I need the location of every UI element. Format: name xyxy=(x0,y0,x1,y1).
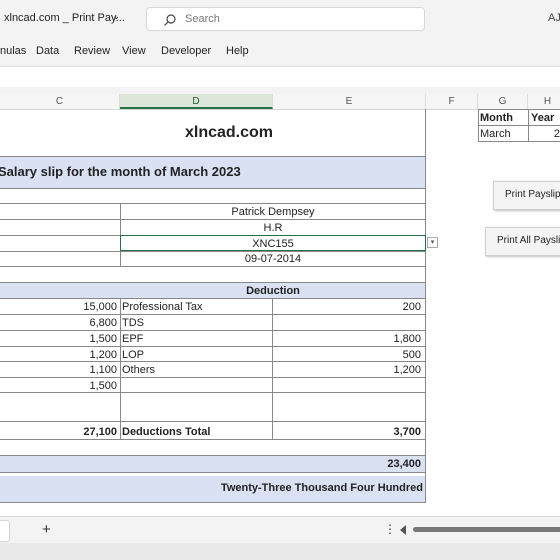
rule xyxy=(0,502,426,503)
employee-date[interactable]: 09-07-2014 xyxy=(120,252,426,266)
rule xyxy=(0,298,426,299)
horizontal-scrollbar[interactable] xyxy=(413,527,560,532)
menu-view[interactable]: View xyxy=(122,45,146,57)
earnings-total[interactable]: 27,100 xyxy=(0,425,117,439)
deduction-label[interactable]: LOP xyxy=(122,348,144,362)
column-header-d[interactable]: D xyxy=(120,94,273,109)
rule xyxy=(0,346,426,347)
column-header-h[interactable]: H xyxy=(528,94,560,109)
earning-value[interactable]: 1,100 xyxy=(0,363,117,377)
deduction-label[interactable]: TDS xyxy=(122,316,144,330)
column-header-f[interactable]: F xyxy=(426,94,478,109)
rule xyxy=(478,125,560,126)
rule xyxy=(0,377,426,378)
sheet-tab[interactable] xyxy=(0,520,10,542)
deduction-label[interactable]: Professional Tax xyxy=(122,300,203,314)
status-strip xyxy=(0,543,560,560)
earning-value[interactable]: 1,500 xyxy=(0,332,117,346)
earning-value[interactable]: 1,200 xyxy=(0,348,117,362)
year-header: Year xyxy=(531,112,555,124)
net-pay[interactable]: 23,400 xyxy=(273,457,421,471)
column-headers: C D E F G H xyxy=(0,94,560,110)
earning-value[interactable]: 6,800 xyxy=(0,316,117,330)
menu-data[interactable]: Data xyxy=(36,45,59,57)
employee-name[interactable]: Patrick Dempsey xyxy=(120,205,426,219)
deduction-header: Deduction xyxy=(246,285,300,297)
rule xyxy=(0,455,426,456)
rule xyxy=(0,266,426,267)
deduction-amount[interactable]: 200 xyxy=(273,300,421,314)
menu-developer[interactable]: Developer xyxy=(161,45,211,57)
deduction-amount[interactable]: 1,200 xyxy=(273,363,421,377)
deductions-total-label: Deductions Total xyxy=(122,426,211,438)
search-placeholder: Search xyxy=(185,13,220,25)
menu-bar: nulas Data Review View Developer Help xyxy=(0,40,560,64)
column-header-c[interactable]: C xyxy=(0,94,120,109)
slip-title: Salary slip for the month of March 2023 xyxy=(0,164,241,179)
more-options-icon[interactable]: ⋮ xyxy=(384,522,396,536)
rule xyxy=(0,203,426,204)
year-value[interactable]: 2 xyxy=(528,127,560,141)
rule xyxy=(0,314,426,315)
sheet-tab-bar: + ⋮ xyxy=(0,516,560,543)
document-title[interactable]: xlncad.com _ Print Pay... xyxy=(4,12,125,24)
earning-value[interactable]: 15,000 xyxy=(0,300,117,314)
menu-formulas[interactable]: nulas xyxy=(0,45,26,57)
worksheet-grid[interactable]: C D E F G H ▾ xlncad.com Salary slip for… xyxy=(0,94,560,516)
column-header-g[interactable]: G xyxy=(478,94,528,109)
deduction-amount[interactable]: 1,800 xyxy=(273,332,421,346)
employee-id[interactable]: XNC155 xyxy=(120,237,426,251)
add-sheet-icon[interactable]: + xyxy=(42,521,51,538)
employee-department[interactable]: H.R xyxy=(120,221,426,235)
rule xyxy=(0,421,426,422)
print-payslip-button[interactable]: Print Payslip xyxy=(493,181,560,210)
table-border xyxy=(425,109,426,502)
rule xyxy=(0,472,426,473)
menu-review[interactable]: Review xyxy=(74,45,110,57)
search-input[interactable]: Search xyxy=(146,7,425,31)
month-header: Month xyxy=(480,112,513,124)
month-value[interactable]: March xyxy=(480,127,511,141)
deductions-total[interactable]: 3,700 xyxy=(273,425,421,439)
search-icon xyxy=(164,14,176,26)
company-name: xlncad.com xyxy=(184,124,273,141)
ribbon-area xyxy=(0,66,560,87)
earning-value[interactable]: 1,500 xyxy=(0,379,117,393)
title-bar: xlncad.com _ Print Pay... ⌄ Search AJ xyxy=(0,0,560,40)
print-all-payslips-button[interactable]: Print All Payslips xyxy=(485,227,560,256)
column-header-e[interactable]: E xyxy=(273,94,426,109)
menu-help[interactable]: Help xyxy=(226,45,249,57)
rule xyxy=(0,439,426,440)
deduction-amount[interactable]: 500 xyxy=(273,348,421,362)
deduction-label[interactable]: Others xyxy=(122,363,155,377)
net-pay-words[interactable]: Twenty-Three Thousand Four Hundred xyxy=(120,481,423,495)
rule xyxy=(478,109,479,141)
rule xyxy=(0,156,426,157)
rule xyxy=(120,298,121,439)
user-avatar[interactable]: AJ xyxy=(548,12,560,24)
deduction-label[interactable]: EPF xyxy=(122,332,143,346)
dropdown-arrow-icon[interactable]: ▾ xyxy=(427,237,438,248)
rule xyxy=(0,330,426,331)
scroll-left-icon[interactable] xyxy=(400,525,406,535)
chevron-down-icon[interactable]: ⌄ xyxy=(112,11,120,22)
rule xyxy=(0,219,426,220)
rule xyxy=(0,282,426,283)
rule xyxy=(478,141,560,142)
rule xyxy=(0,188,426,189)
